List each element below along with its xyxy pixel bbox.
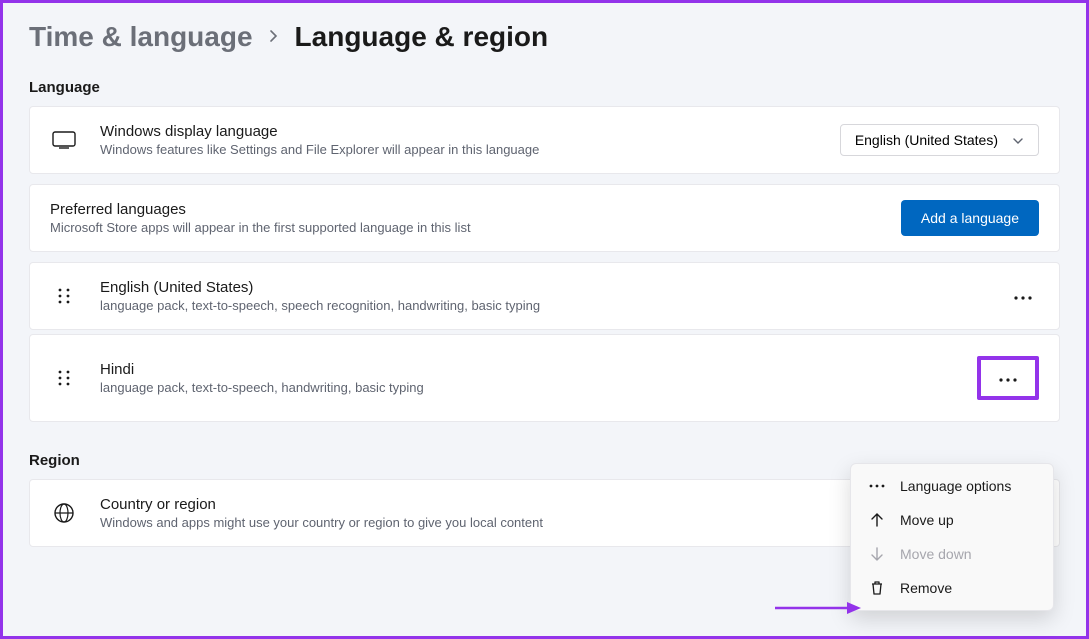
- display-language-value: English (United States): [855, 132, 998, 148]
- chevron-down-icon: [1012, 132, 1024, 148]
- trash-icon: [868, 580, 886, 596]
- language-name: English (United States): [100, 279, 985, 296]
- annotation-highlight: [977, 356, 1039, 400]
- menu-label: Move down: [900, 546, 972, 562]
- language-features: language pack, text-to-speech, speech re…: [100, 298, 985, 313]
- drag-handle-icon[interactable]: [50, 286, 78, 306]
- section-language-header: Language: [29, 79, 1060, 96]
- language-features: language pack, text-to-speech, handwriti…: [100, 380, 955, 395]
- breadcrumb-parent[interactable]: Time & language: [29, 21, 253, 53]
- language-name: Hindi: [100, 361, 955, 378]
- more-options-button-hindi[interactable]: [985, 362, 1031, 394]
- language-item-english: English (United States) language pack, t…: [29, 262, 1060, 330]
- chevron-right-icon: [269, 26, 279, 49]
- preferred-languages-row: Preferred languages Microsoft Store apps…: [29, 184, 1060, 252]
- preferred-subtitle: Microsoft Store apps will appear in the …: [50, 220, 879, 235]
- menu-remove[interactable]: Remove: [856, 571, 1048, 605]
- more-horizontal-icon: [868, 484, 886, 488]
- more-horizontal-icon: [1014, 287, 1032, 305]
- arrow-down-icon: [868, 546, 886, 562]
- breadcrumb-current: Language & region: [295, 21, 549, 53]
- menu-label: Language options: [900, 478, 1011, 494]
- globe-icon: [50, 502, 78, 524]
- display-language-subtitle: Windows features like Settings and File …: [100, 142, 818, 157]
- display-icon: [50, 131, 78, 149]
- add-language-button[interactable]: Add a language: [901, 200, 1039, 236]
- menu-label: Remove: [900, 580, 952, 596]
- language-item-hindi: Hindi language pack, text-to-speech, han…: [29, 334, 1060, 422]
- menu-move-up[interactable]: Move up: [856, 503, 1048, 537]
- language-context-menu: Language options Move up Move down Remov…: [850, 463, 1054, 611]
- breadcrumb: Time & language Language & region: [29, 21, 1060, 53]
- menu-move-down: Move down: [856, 537, 1048, 571]
- more-options-button[interactable]: [1007, 280, 1039, 312]
- preferred-title: Preferred languages: [50, 201, 879, 218]
- display-language-title: Windows display language: [100, 123, 818, 140]
- drag-handle-icon[interactable]: [50, 368, 78, 388]
- menu-language-options[interactable]: Language options: [856, 469, 1048, 503]
- more-horizontal-icon: [999, 369, 1017, 387]
- display-language-dropdown[interactable]: English (United States): [840, 124, 1039, 156]
- display-language-row: Windows display language Windows feature…: [29, 106, 1060, 174]
- arrow-up-icon: [868, 512, 886, 528]
- menu-label: Move up: [900, 512, 954, 528]
